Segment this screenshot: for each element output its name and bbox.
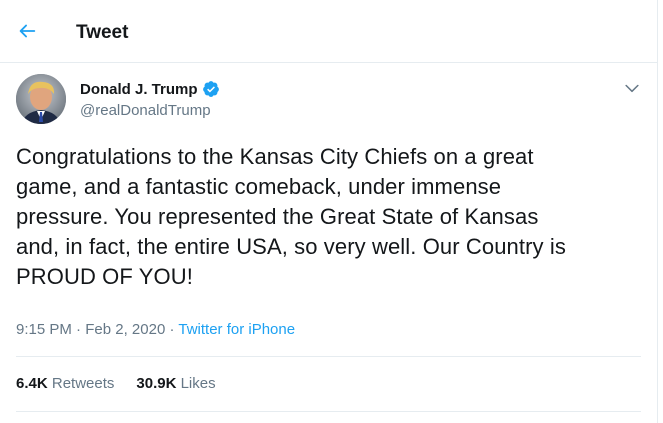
profile-photo (16, 74, 66, 124)
page-title: Tweet (76, 22, 129, 43)
back-button[interactable] (16, 18, 48, 46)
likes-stat[interactable]: 30.9K Likes (136, 375, 215, 392)
divider (16, 411, 641, 412)
meta-separator: · (76, 321, 82, 338)
divider (16, 356, 641, 357)
tweet-source-link[interactable]: Twitter for iPhone (178, 321, 295, 338)
likes-count: 30.9K (136, 375, 177, 392)
user-handle[interactable]: @realDonaldTrump (80, 102, 211, 119)
likes-label: Likes (180, 375, 216, 392)
verified-badge-icon (202, 81, 219, 97)
tweet-text: Congratulations to the Kansas City Chief… (16, 144, 566, 289)
retweets-count: 6.4K (16, 375, 48, 392)
meta-separator: · (169, 321, 175, 338)
retweets-stat[interactable]: 6.4K Retweets (16, 375, 114, 392)
page-header: Tweet (0, 0, 657, 63)
tweet-time[interactable]: 9:15 PM (16, 321, 72, 338)
tweet-meta: 9:15 PM · Feb 2, 2020 · Twitter for iPho… (16, 321, 295, 338)
tweet-stats: 6.4K Retweets 30.9K Likes (16, 375, 238, 392)
tweet-date[interactable]: Feb 2, 2020 (85, 321, 165, 338)
display-name[interactable]: Donald J. Trump (80, 81, 198, 98)
chevron-down-icon (625, 84, 639, 93)
avatar[interactable] (16, 74, 66, 124)
arrow-left-icon (19, 24, 36, 38)
tweet-page: Tweet Donald J. Trump @realDonaldTrump C… (0, 0, 658, 423)
more-options-button[interactable] (622, 78, 642, 98)
author-name-row[interactable]: Donald J. Trump (80, 80, 220, 98)
retweets-label: Retweets (51, 375, 115, 392)
